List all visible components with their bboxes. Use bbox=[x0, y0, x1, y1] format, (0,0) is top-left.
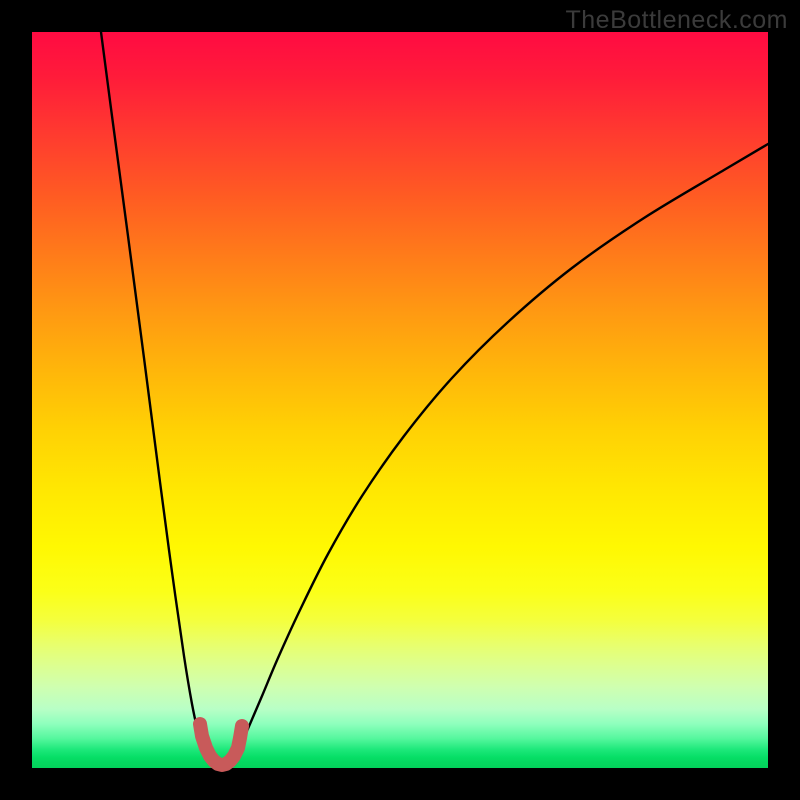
curve-right-branch bbox=[232, 144, 768, 760]
curve-left-branch bbox=[101, 32, 210, 760]
chart-frame: TheBottleneck.com bbox=[0, 0, 800, 800]
watermark-text: TheBottleneck.com bbox=[566, 6, 789, 35]
curve-layer bbox=[32, 32, 768, 768]
plot-area bbox=[32, 32, 768, 768]
valley-highlight bbox=[200, 724, 242, 765]
